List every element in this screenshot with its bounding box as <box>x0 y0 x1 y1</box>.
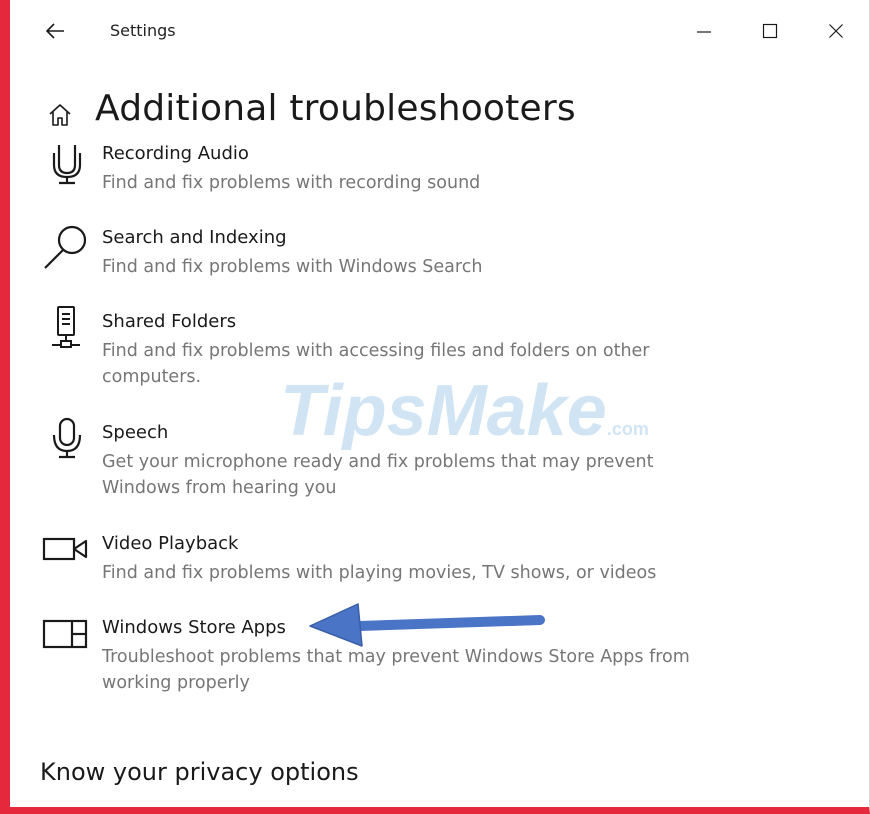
troubleshooter-recording-audio[interactable]: Recording Audio Find and fix problems wi… <box>22 143 742 203</box>
troubleshooter-description: Troubleshoot problems that may prevent W… <box>102 647 690 693</box>
page-title: Additional troubleshooters <box>95 88 576 129</box>
maximize-icon <box>762 23 778 39</box>
maximize-button[interactable] <box>748 14 792 48</box>
troubleshooter-title: Speech <box>102 422 169 443</box>
troubleshooter-description: Find and fix problems with playing movie… <box>102 563 657 583</box>
troubleshooter-description: Find and fix problems with Windows Searc… <box>102 257 483 277</box>
troubleshooter-title: Search and Indexing <box>102 227 287 248</box>
title-bar: Settings <box>10 0 869 62</box>
minimize-button[interactable] <box>682 14 726 48</box>
troubleshooter-windows-store-apps[interactable]: Windows Store Apps Troubleshoot problems… <box>22 617 742 701</box>
close-icon <box>829 24 843 38</box>
settings-window: Settings Additional troubleshooters Reco… <box>0 0 870 814</box>
troubleshooter-description: Get your microphone ready and fix proble… <box>102 452 654 498</box>
troubleshooter-video-playback[interactable]: Video Playback Find and fix problems wit… <box>22 533 742 593</box>
search-icon <box>44 225 87 269</box>
troubleshooter-title: Windows Store Apps <box>102 617 286 638</box>
app-title: Settings <box>110 21 176 40</box>
troubleshooter-search-indexing[interactable]: Search and Indexing Find and fix problem… <box>22 225 742 287</box>
troubleshooter-title: Shared Folders <box>102 311 237 332</box>
microphone-icon <box>52 145 82 185</box>
home-icon[interactable] <box>46 101 74 129</box>
troubleshooter-title: Recording Audio <box>102 143 249 164</box>
back-arrow-icon <box>45 23 64 39</box>
privacy-heading: Know your privacy options <box>40 758 359 786</box>
back-button[interactable] <box>42 17 70 45</box>
store-apps-icon <box>42 619 88 649</box>
headset-microphone-icon <box>52 417 82 459</box>
minimize-icon <box>697 31 711 33</box>
troubleshooter-shared-folders[interactable]: Shared Folders Find and fix problems wit… <box>22 306 742 395</box>
troubleshooter-title: Video Playback <box>102 533 239 554</box>
close-button[interactable] <box>814 14 858 48</box>
network-drive-icon <box>52 306 80 348</box>
video-camera-icon <box>42 537 88 561</box>
troubleshooter-speech[interactable]: Speech Get your microphone ready and fix… <box>22 417 742 506</box>
troubleshooter-description: Find and fix problems with accessing fil… <box>102 341 650 387</box>
troubleshooter-description: Find and fix problems with recording sou… <box>102 173 481 193</box>
